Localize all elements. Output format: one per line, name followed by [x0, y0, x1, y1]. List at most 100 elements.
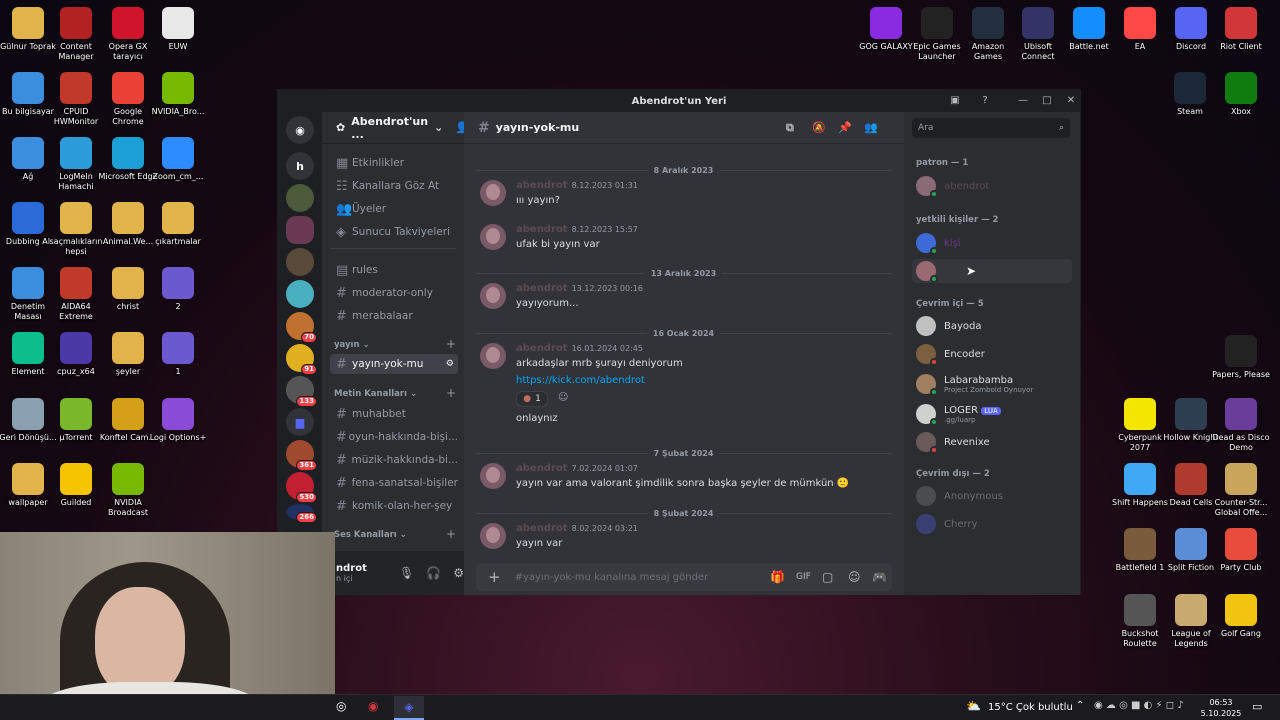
- category-ses[interactable]: Ses Kanalları ⌄: [334, 530, 407, 540]
- mic-icon[interactable]: 🎙: [399, 566, 414, 580]
- avatar[interactable]: [480, 224, 506, 250]
- guild-icon[interactable]: 361: [286, 440, 317, 471]
- desktop-icon[interactable]: AIDA64 Extreme: [48, 265, 104, 327]
- desktop-icon[interactable]: Golf Gang: [1213, 592, 1269, 654]
- author-name[interactable]: abendrot: [516, 343, 568, 354]
- desktop-icon[interactable]: GOG GALAXY: [858, 5, 914, 67]
- headphones-icon[interactable]: 🎧: [426, 566, 441, 580]
- search-input[interactable]: Ara ⌕: [912, 118, 1070, 138]
- guild-h[interactable]: h: [286, 152, 314, 180]
- close-button[interactable]: ✕: [1064, 94, 1078, 108]
- steam-taskbar-icon[interactable]: ◎: [336, 699, 352, 715]
- member-list-icon[interactable]: 👥: [864, 121, 878, 134]
- member-item[interactable]: Anonymous: [912, 484, 1072, 508]
- desktop-icon[interactable]: Xbox: [1213, 70, 1269, 132]
- discord-window[interactable]: Abendrot'un Yeri ▣ ? — □ ✕ ◉ h 70 91 133…: [277, 89, 1081, 595]
- obs-taskbar-icon[interactable]: ◉: [368, 699, 384, 715]
- desktop-icon[interactable]: çıkartmalar: [150, 200, 206, 262]
- settings-icon[interactable]: ⚙: [446, 359, 454, 369]
- desktop-icon[interactable]: 1: [150, 330, 206, 392]
- avatar[interactable]: [480, 283, 506, 309]
- desktop-icon[interactable]: EA: [1112, 5, 1168, 67]
- desktop-icon[interactable]: Battle.net: [1061, 5, 1117, 67]
- threads-icon[interactable]: ⧉: [786, 121, 794, 135]
- message-link[interactable]: https://kick.com/abendrot: [516, 375, 645, 386]
- maximize-button[interactable]: □: [1040, 94, 1054, 108]
- nav-members[interactable]: 👥 Üyeler: [330, 199, 458, 219]
- channel-komik[interactable]: # komik-olan-her-şey: [330, 496, 458, 516]
- desktop-icon[interactable]: Split Fiction: [1163, 526, 1219, 588]
- tray-icons[interactable]: ◉ ☁ ◎ ■ ◐ ⚡ ◻ ♪: [1094, 700, 1184, 711]
- discord-home-icon[interactable]: ◉: [286, 116, 314, 144]
- channel-muzik[interactable]: # müzik-hakkında-bi...: [330, 450, 458, 470]
- author-name[interactable]: abendrot: [516, 463, 568, 474]
- add-channel-icon[interactable]: +: [446, 386, 456, 400]
- guild-icon[interactable]: 266: [286, 504, 317, 523]
- add-member-icon[interactable]: 👤: [455, 121, 464, 134]
- clock[interactable]: 06:53 5.10.2025: [1198, 697, 1244, 719]
- desktop-icon[interactable]: Content Manager: [48, 5, 104, 67]
- desktop-icon[interactable]: µTorrent: [48, 396, 104, 458]
- desktop-icon[interactable]: Guilded: [48, 461, 104, 523]
- desktop-icon[interactable]: 2: [150, 265, 206, 327]
- desktop-icon[interactable]: Cyberpunk 2077: [1112, 396, 1168, 458]
- add-channel-icon[interactable]: +: [446, 527, 456, 541]
- member-item[interactable]: Bayoda: [912, 314, 1072, 338]
- avatar[interactable]: [480, 463, 506, 489]
- desktop-icon[interactable]: Microsoft Edge: [98, 135, 158, 197]
- member-item[interactable]: Cherry: [912, 512, 1072, 536]
- member-item[interactable]: LOGER LUA .gg/luarp: [912, 400, 1072, 428]
- desktop-icon[interactable]: Battlefield 1: [1112, 526, 1168, 588]
- desktop-icon[interactable]: saçmalıkların hepsi: [48, 200, 104, 262]
- user-info[interactable]: ndrot n içi: [336, 563, 393, 583]
- activity-icon[interactable]: 🎮: [872, 570, 887, 584]
- add-reaction-icon[interactable]: ☺: [558, 392, 568, 403]
- desktop-icon[interactable]: Buckshot Roulette: [1112, 592, 1168, 654]
- nav-boosts[interactable]: ◈ Sunucu Takviyeleri: [330, 222, 458, 242]
- desktop-icon[interactable]: League of Legends: [1163, 592, 1219, 654]
- guild-icon[interactable]: [286, 184, 314, 212]
- desktop-icon[interactable]: Konftel Cam...: [100, 396, 156, 458]
- help-icon[interactable]: ?: [978, 94, 992, 108]
- channel-active[interactable]: # yayın-yok-mu ⚙: [330, 354, 458, 374]
- guild-icon[interactable]: [286, 248, 314, 276]
- add-channel-icon[interactable]: +: [446, 337, 456, 351]
- desktop-icon[interactable]: Counter-Str... Global Offe...: [1213, 461, 1269, 523]
- channel-moderator-only[interactable]: # moderator-only: [330, 283, 458, 303]
- desktop-icon[interactable]: Riot Client: [1213, 5, 1269, 67]
- desktop-icon[interactable]: NVIDIA_Bro...: [150, 70, 206, 132]
- channel-merabalaar[interactable]: # merabalaar: [330, 306, 458, 326]
- reaction[interactable]: ● 1: [516, 391, 548, 407]
- avatar[interactable]: [480, 523, 506, 549]
- avatar[interactable]: [480, 343, 506, 369]
- pin-icon[interactable]: 📌: [838, 121, 852, 134]
- author-name[interactable]: abendrot: [516, 180, 568, 191]
- add-attachment-icon[interactable]: +: [488, 568, 501, 586]
- nav-browse-channels[interactable]: ☷ Kanallara Göz At: [330, 176, 458, 196]
- message-input[interactable]: #yayın-yok-mu kanalına mesaj gönder: [515, 572, 709, 583]
- member-item[interactable]: Encoder: [912, 342, 1072, 366]
- gift-icon[interactable]: 🎁: [770, 570, 785, 584]
- desktop-icon[interactable]: CPUID HWMonitor: [48, 70, 104, 132]
- guild-icon[interactable]: 91: [286, 344, 317, 375]
- member-item[interactable]: abendrot: [912, 174, 1072, 198]
- desktop-icon[interactable]: şeyler: [100, 330, 156, 392]
- channel-rules[interactable]: ▤ rules: [330, 260, 458, 280]
- desktop-icon[interactable]: EUW: [150, 5, 206, 67]
- desktop-icon[interactable]: Party Club: [1213, 526, 1269, 588]
- member-item[interactable]: Labarabamba Project Zomboid Oynuyor: [912, 370, 1072, 398]
- message[interactable]: abendrot 16.01.2024 02:45 arkadaşlar mrb …: [480, 343, 890, 424]
- folder-icon[interactable]: ▆: [286, 408, 314, 436]
- desktop-icon[interactable]: Steam: [1162, 70, 1218, 132]
- member-item[interactable]: kişi: [912, 231, 1072, 255]
- nav-events[interactable]: ▦ Etkinlikler: [330, 153, 458, 173]
- guild-icon[interactable]: 530: [286, 472, 317, 503]
- desktop-icon[interactable]: Logi Options+: [150, 396, 206, 458]
- title-bar[interactable]: Abendrot'un Yeri ▣ ? — □ ✕: [278, 90, 1080, 112]
- channel-fena[interactable]: # fena-sanatsal-bişiler: [330, 473, 458, 493]
- message-composer[interactable]: + #yayın-yok-mu kanalına mesaj gönder 🎁 …: [476, 563, 892, 591]
- desktop-icon[interactable]: Google Chrome: [100, 70, 156, 132]
- desktop-icon[interactable]: Shift Happens: [1112, 461, 1168, 523]
- author-name[interactable]: abendrot: [516, 224, 568, 235]
- sticker-icon[interactable]: ▢: [822, 570, 833, 584]
